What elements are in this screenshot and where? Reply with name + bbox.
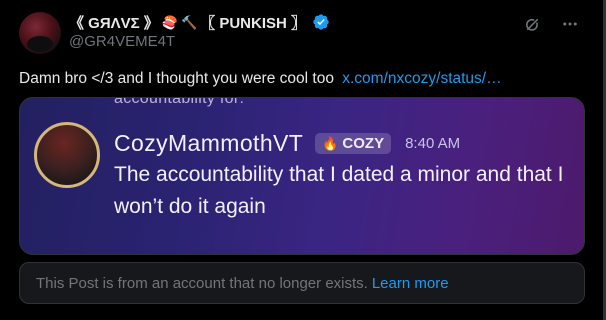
image-badge-label: COZY [342, 135, 385, 152]
sushi-emoji-icon: 🍣 [161, 14, 178, 30]
tweet-body: Damn bro </3 and I thought you were cool… [19, 70, 334, 87]
tweet: 《 GЯΛVΣ 》 🍣 🔨 〖 PUNKISH 〗 @GR4VEME4T Dam… [0, 0, 606, 320]
avatar[interactable] [19, 12, 61, 54]
tweet-link[interactable]: x.com/nxcozy/status/… [342, 70, 501, 87]
image-avatar [34, 122, 100, 188]
learn-more-link[interactable]: Learn more [372, 275, 449, 292]
top-actions [522, 14, 580, 34]
notice-text: This Post is from an account that no lon… [36, 274, 368, 292]
image-message: The accountability that I dated a minor … [114, 163, 564, 218]
fire-icon: 🔥 [322, 135, 339, 151]
more-icon[interactable] [560, 14, 580, 34]
image-badge: 🔥 COZY [315, 133, 392, 154]
hammer-emoji-icon: 🔨 [180, 14, 198, 30]
tweet-text: Damn bro </3 and I thought you were cool… [19, 70, 502, 88]
display-name-part-2[interactable]: 〖 PUNKISH 〗 [200, 12, 306, 33]
verified-badge-icon [312, 13, 330, 31]
author-name-row: 《 GЯΛVΣ 》 🍣 🔨 〖 PUNKISH 〗 [69, 12, 330, 32]
image-username: CozyMammothVT [114, 130, 304, 156]
image-name-row: CozyMammothVT 🔥 COZY 8:40 AM [114, 130, 460, 157]
attached-image[interactable]: accountability for: CozyMammothVT 🔥 COZY… [19, 97, 585, 255]
image-timestamp: 8:40 AM [405, 135, 461, 152]
author-handle[interactable]: @GR4VEME4T [69, 33, 175, 50]
deleted-post-notice: This Post is from an account that no lon… [19, 262, 585, 304]
grok-icon[interactable] [522, 14, 542, 34]
image-cut-off-text: accountability for: [114, 97, 245, 107]
display-name-part-1[interactable]: 《 GЯΛVΣ 》 [69, 12, 159, 33]
